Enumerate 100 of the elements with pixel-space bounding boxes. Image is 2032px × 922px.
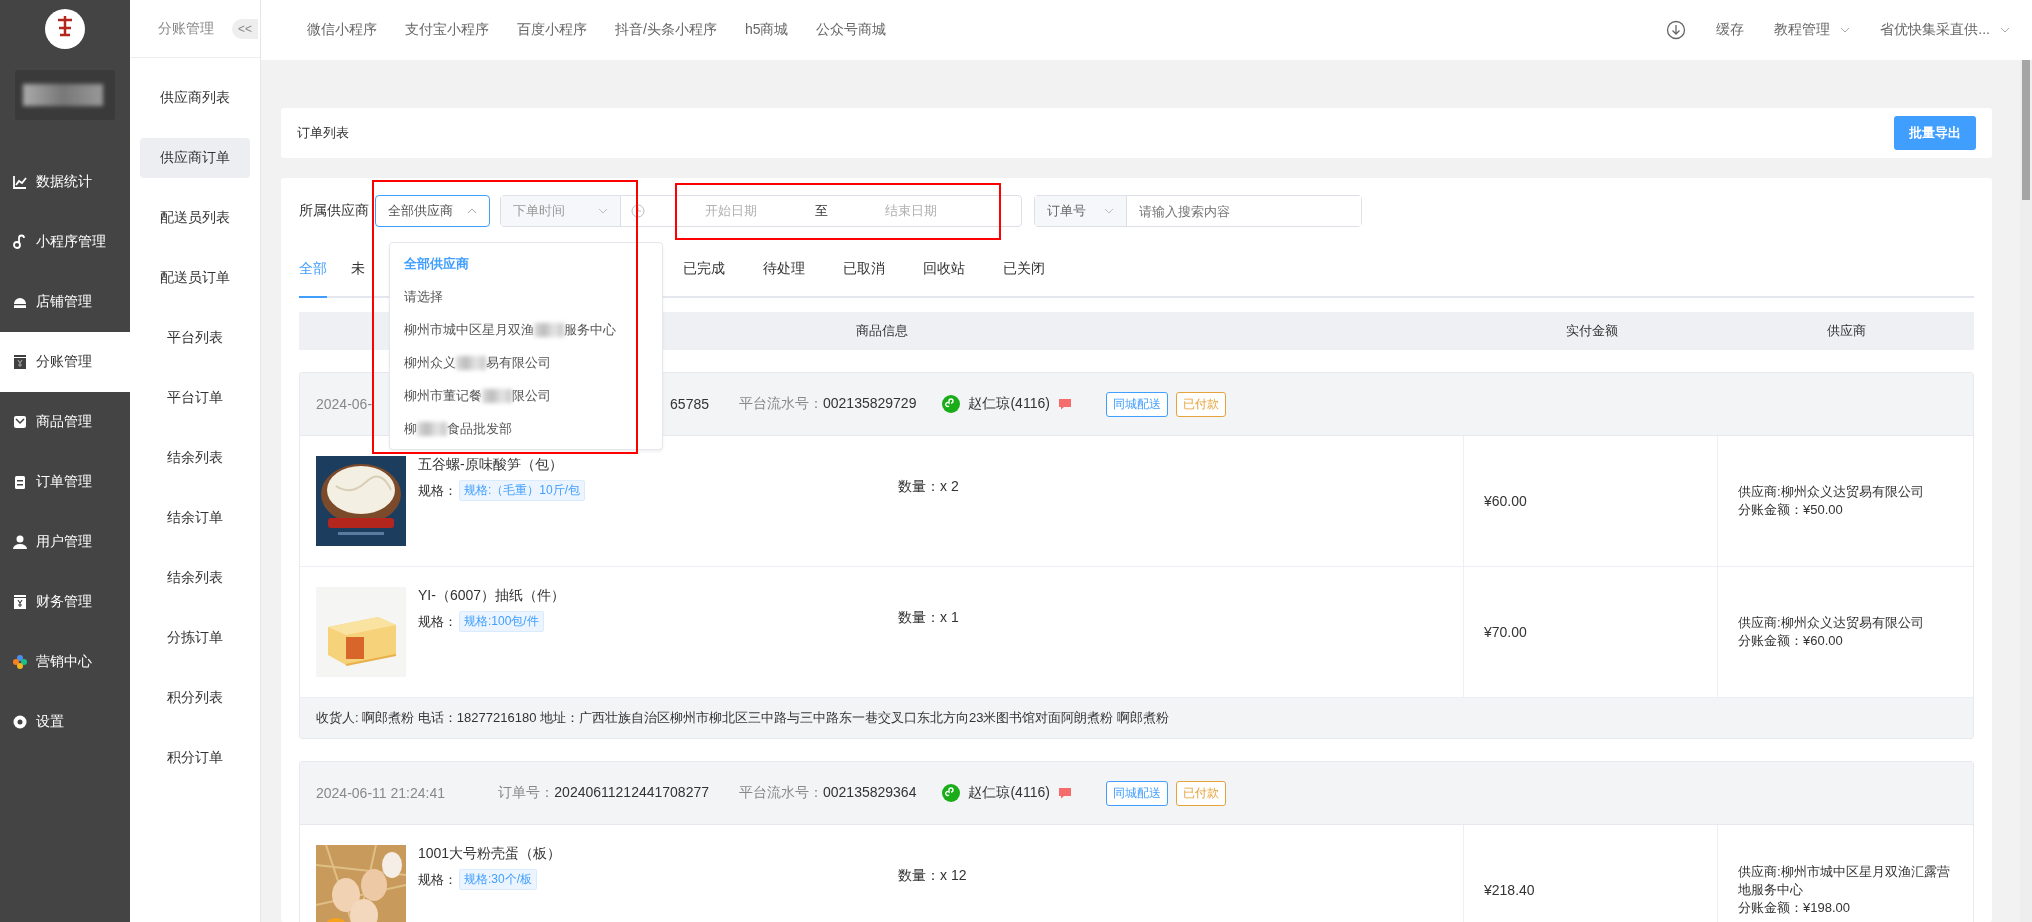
status-tab[interactable]: 已关闭 — [1003, 256, 1045, 298]
ledger-icon — [12, 594, 28, 610]
status-tag: 已付款 — [1175, 780, 1226, 806]
chevron-down-icon — [2000, 25, 2010, 35]
buyer-name: 赵仁琼(4116) — [968, 784, 1050, 802]
subnav-item[interactable]: 积分列表 — [140, 678, 250, 718]
supplier-info: 供应商:柳州众义达贸易有限公司 — [1738, 483, 1925, 501]
status-tab[interactable]: 未 — [351, 256, 365, 298]
mail-icon — [12, 414, 28, 430]
sidebar-item[interactable]: 分账管理 — [0, 332, 130, 392]
sidebar-item[interactable]: 设置 — [0, 692, 130, 752]
user-icon — [12, 534, 28, 550]
channel-tab[interactable]: h5商城 — [744, 21, 789, 39]
sidebar-item[interactable]: 商品管理 — [0, 392, 130, 452]
order-number: 订单号：20240611212441708277 — [497, 784, 709, 802]
tutorial-menu[interactable]: 教程管理 — [1774, 21, 1831, 39]
sidebar-item[interactable]: 营销中心 — [0, 632, 130, 692]
clipboard-icon — [12, 474, 28, 490]
status-tag: 已付款 — [1175, 391, 1226, 417]
status-tab[interactable]: 已取消 — [843, 256, 885, 298]
link-icon — [12, 234, 28, 250]
subnav-item[interactable]: 结余订单 — [140, 498, 250, 538]
product-name: YI-（6007）抽纸（件） — [418, 587, 567, 605]
serial-number: 平台流水号：002135829729 — [739, 395, 917, 413]
subnav-item[interactable]: 分拣订单 — [140, 618, 250, 658]
mini-program-icon — [942, 784, 961, 802]
ledger-icon — [12, 354, 28, 370]
chevron-down-icon — [1840, 25, 1851, 35]
search-field[interactable]: 订单号 请输入搜索内容 — [1034, 195, 1362, 227]
channel-tab[interactable]: 公众号商城 — [816, 21, 887, 39]
download-icon[interactable] — [1666, 20, 1687, 40]
dropdown-option[interactable]: 请选择 — [390, 280, 662, 313]
order-time: 2024-06-11 21:24:41 — [316, 785, 446, 801]
gear-icon — [12, 714, 28, 730]
status-tab[interactable]: 待处理 — [763, 256, 805, 298]
sidebar-item[interactable]: 店铺管理 — [0, 272, 130, 332]
sidebar-item[interactable]: 小程序管理 — [0, 212, 130, 272]
channel-tab[interactable]: 微信小程序 — [307, 21, 377, 39]
status-tag: 同城配送 — [1105, 391, 1168, 417]
channel-tab[interactable]: 支付宝小程序 — [405, 21, 489, 39]
date-range-field[interactable]: 下单时间 开始日期 至 结束日期 — [500, 195, 1022, 227]
supplier-info: 供应商:柳州市城中区星月双渔汇露营地服务中心 — [1738, 863, 1951, 899]
spec-label: 规格： — [418, 612, 457, 631]
column-header: 实付金额 — [1566, 322, 1618, 340]
cache-link[interactable]: 缓存 — [1716, 21, 1745, 39]
subnav-item[interactable]: 结余列表 — [140, 438, 250, 478]
channel-tab[interactable]: 抖音/头条小程序 — [615, 21, 717, 39]
subnav-item[interactable]: 结余列表 — [140, 558, 250, 598]
status-tag: 同城配送 — [1105, 780, 1168, 806]
supplier-info: 分账金额：¥50.00 — [1738, 501, 1844, 519]
spec-tag: 规格:30个/板 — [459, 869, 537, 890]
product-name: 1001大号粉壳蛋（板） — [418, 845, 563, 863]
status-tab[interactable]: 已完成 — [683, 256, 725, 298]
product-name: 五谷螺-原味酸笋（包） — [418, 456, 564, 474]
subnav-item[interactable]: 配送员列表 — [140, 198, 250, 238]
account-menu[interactable]: 省优快集采直供... — [1880, 21, 1990, 39]
subnav-item[interactable]: 供应商订单 — [140, 138, 250, 178]
page-title: 订单列表 — [297, 124, 349, 142]
chat-icon[interactable] — [1057, 398, 1072, 410]
chevron-down-icon — [1104, 206, 1114, 216]
paid-amount: ¥218.40 — [1484, 882, 1535, 898]
dropdown-option[interactable]: 柳州众义 易有限公司 — [390, 346, 662, 379]
serial-number: 平台流水号：002135829364 — [739, 784, 917, 802]
mini-program-icon — [942, 395, 961, 413]
clock-icon — [631, 204, 645, 218]
channel-tab[interactable]: 百度小程序 — [517, 21, 587, 39]
dropdown-option[interactable]: 柳州市城中区星月双渔 服务中心 — [390, 313, 662, 346]
dropdown-option[interactable]: 柳州市董记餐 限公司 — [390, 379, 662, 412]
subnav-item[interactable]: 平台订单 — [140, 378, 250, 418]
section-title: 分账管理 — [158, 19, 214, 38]
sidebar-item[interactable]: 财务管理 — [0, 572, 130, 632]
clover-icon — [12, 654, 28, 670]
supplier-info: 分账金额：¥60.00 — [1738, 632, 1844, 650]
buyer-name: 赵仁琼(4116) — [968, 395, 1050, 413]
chat-icon[interactable] — [1057, 787, 1072, 799]
status-tab[interactable]: 回收站 — [923, 256, 965, 298]
logo-icon — [44, 8, 86, 50]
quantity: 数量：x 1 — [898, 609, 959, 627]
supplier-select[interactable]: 全部供应商 — [375, 195, 490, 227]
column-header: 商品信息 — [856, 322, 908, 340]
subnav-item[interactable]: 积分订单 — [140, 738, 250, 778]
column-header: 供应商 — [1827, 322, 1866, 340]
order-time: 2024-06- — [316, 396, 374, 412]
quantity: 数量：x 2 — [898, 478, 959, 496]
supplier-info: 分账金额：¥198.00 — [1738, 899, 1851, 917]
sidebar-item[interactable]: 用户管理 — [0, 512, 130, 572]
scrollbar-thumb[interactable] — [2022, 60, 2030, 200]
spec-label: 规格： — [418, 481, 457, 500]
spec-tag: 规格:（毛重）10斤/包 — [459, 480, 585, 501]
filter-label: 所属供应商 — [299, 202, 369, 220]
paid-amount: ¥70.00 — [1484, 624, 1527, 640]
sidebar-item[interactable]: 数据统计 — [0, 152, 130, 212]
subnav-item[interactable]: 供应商列表 — [140, 78, 250, 118]
shipping-address: 收货人: 啊郎煮粉 电话：18277216180 地址：广西壮族自治区柳州市柳北区三中路与三中路东一巷交叉口东北方向23米图书馆对面阿朗煮粉 啊郎煮粉 — [316, 709, 1170, 727]
dropdown-option[interactable]: 柳 食品批发部 — [390, 412, 662, 445]
chart-icon — [12, 174, 28, 190]
sidebar-item[interactable]: 订单管理 — [0, 452, 130, 512]
quantity: 数量：x 12 — [898, 867, 967, 885]
subnav-item[interactable]: 平台列表 — [140, 318, 250, 358]
subnav-item[interactable]: 配送员订单 — [140, 258, 250, 298]
